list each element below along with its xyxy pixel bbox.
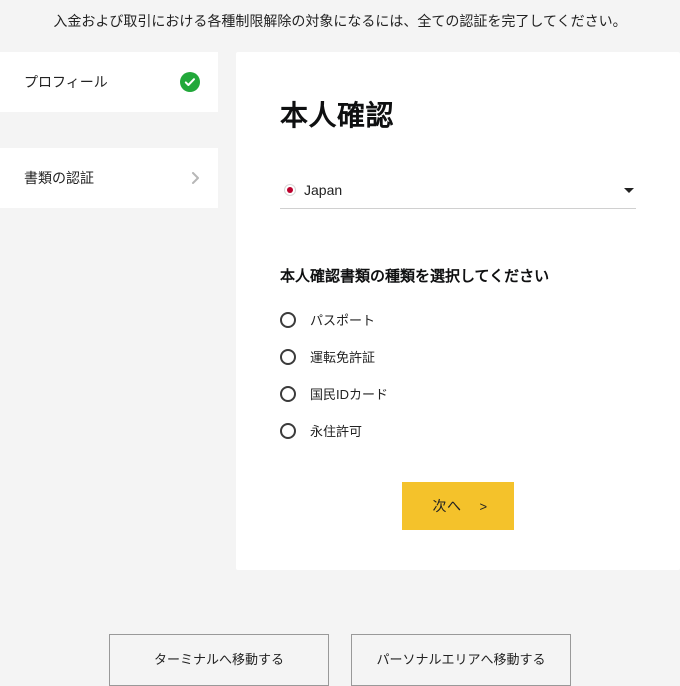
sidebar-item-label: プロフィール — [24, 72, 180, 92]
sidebar-item-label: 書類の認証 — [24, 168, 190, 188]
radio-icon — [280, 423, 296, 439]
country-name: Japan — [304, 182, 342, 198]
go-to-terminal-button[interactable]: ターミナルへ移動する — [109, 634, 329, 686]
radio-icon — [280, 312, 296, 328]
check-circle-icon — [180, 72, 200, 92]
radio-drivers-license[interactable]: 運転免許証 — [280, 347, 636, 366]
radio-residence-permit[interactable]: 永住許可 — [280, 421, 636, 440]
flag-japan-icon — [284, 184, 296, 196]
document-type-label: 本人確認書類の種類を選択してください — [280, 265, 636, 286]
country-select[interactable]: Japan — [280, 176, 636, 209]
radio-icon — [280, 386, 296, 402]
sidebar-item-documents[interactable]: 書類の認証 — [0, 148, 218, 208]
sidebar-item-profile[interactable]: プロフィール — [0, 52, 218, 112]
caret-down-icon — [624, 188, 634, 193]
chevron-right-icon — [190, 172, 200, 184]
radio-icon — [280, 349, 296, 365]
radio-passport[interactable]: パスポート — [280, 310, 636, 329]
radio-label: 永住許可 — [310, 421, 362, 440]
radio-label: 運転免許証 — [310, 347, 375, 366]
next-button[interactable]: 次へ > — [402, 482, 513, 530]
footer-buttons: ターミナルへ移動する パーソナルエリアへ移動する — [0, 634, 680, 686]
sidebar: プロフィール 書類の認証 — [0, 52, 218, 208]
verification-card: 本人確認 Japan 本人確認書類の種類を選択してください パスポート 運転免許… — [236, 52, 680, 570]
radio-national-id[interactable]: 国民IDカード — [280, 384, 636, 403]
document-type-list: パスポート 運転免許証 国民IDカード 永住許可 — [280, 310, 636, 440]
card-title: 本人確認 — [280, 94, 636, 134]
radio-label: パスポート — [310, 310, 375, 329]
main-layout: プロフィール 書類の認証 本人確認 Japan 本人確認書類の種 — [0, 52, 680, 570]
next-button-label: 次へ — [432, 496, 461, 516]
next-button-wrap: 次へ > — [280, 482, 636, 530]
chevron-right-icon: > — [479, 499, 487, 514]
page-intro-text: 入金および取引における各種制限解除の対象になるには、全ての認証を完了してください… — [0, 0, 680, 52]
go-to-personal-area-button[interactable]: パーソナルエリアへ移動する — [351, 634, 571, 686]
radio-label: 国民IDカード — [310, 384, 388, 403]
